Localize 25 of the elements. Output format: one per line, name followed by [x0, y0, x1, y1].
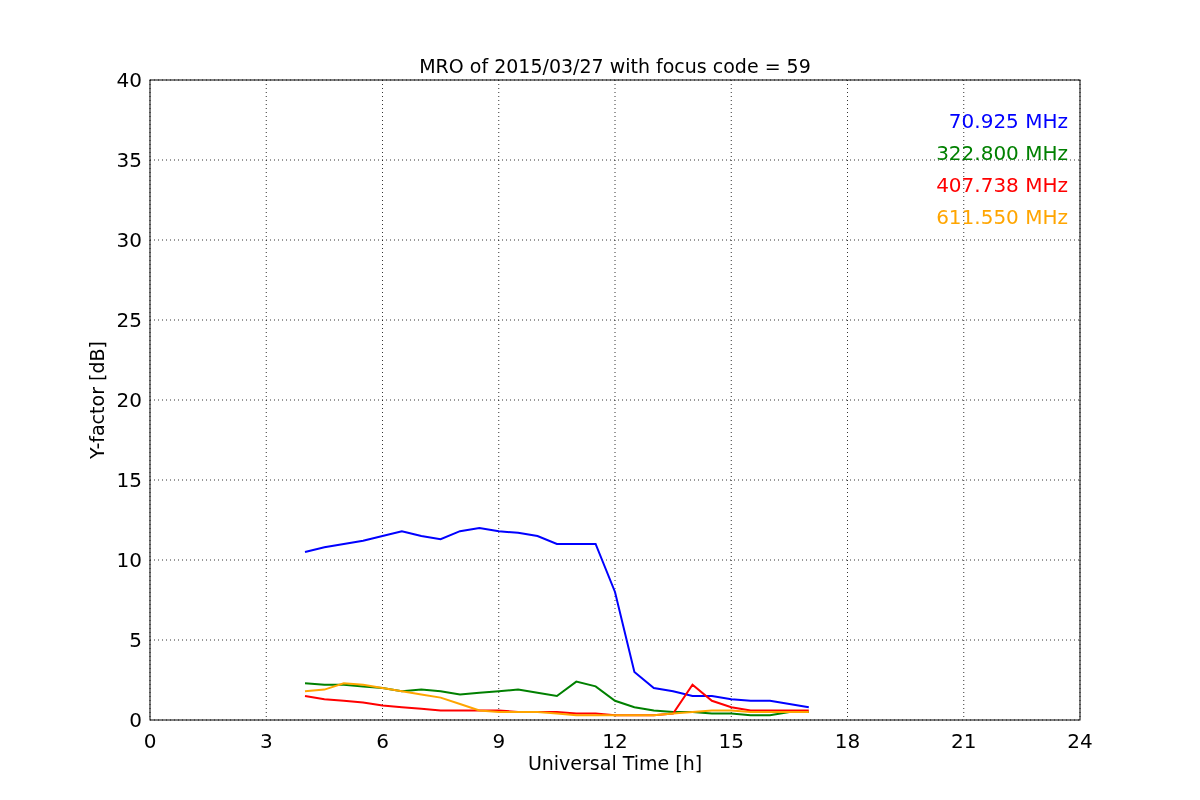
legend-label: 611.550 MHz	[936, 205, 1068, 229]
tick-label: 9	[492, 729, 506, 753]
tick-label: 3	[259, 729, 273, 753]
tick-label: 35	[116, 148, 142, 172]
legend-label: 407.738 MHz	[936, 173, 1068, 197]
chart-title: MRO of 2015/03/27 with focus code = 59	[419, 55, 811, 77]
tick-label: 25	[116, 308, 142, 332]
legend-label: 70.925 MHz	[948, 109, 1068, 133]
tick-label: 5	[129, 628, 142, 652]
axis-label: Universal Time [h]	[527, 752, 703, 774]
tick-label: 10	[116, 548, 142, 572]
legend-label: 322.800 MHz	[936, 141, 1068, 165]
tick-label: 12	[602, 729, 628, 753]
tick-label: 24	[1067, 729, 1093, 753]
tick-label: 21	[951, 729, 977, 753]
axis-label: Y-factor [dB]	[86, 341, 108, 459]
tick-label: 0	[143, 729, 157, 753]
tick-label: 15	[116, 468, 142, 492]
tick-label: 18	[834, 729, 861, 753]
tick-label: 30	[116, 228, 142, 252]
tick-label: 15	[718, 729, 744, 753]
tick-label: 0	[129, 708, 142, 732]
tick-label: 6	[376, 729, 389, 753]
tick-label: 20	[116, 388, 142, 412]
tick-label: 40	[116, 68, 142, 92]
